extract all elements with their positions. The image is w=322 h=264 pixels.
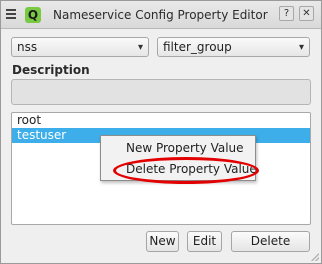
property-editor-window: Q Nameservice Config Property Editor ? ✕… — [0, 0, 322, 264]
delete-button[interactable]: Delete — [231, 231, 310, 252]
window-title: Nameservice Config Property Editor — [53, 8, 268, 22]
window-menu-icon[interactable] — [6, 9, 16, 19]
description-label: Description — [12, 63, 90, 77]
service-select-value: nss — [17, 40, 38, 54]
context-menu: New Property Value Delete Property Value — [100, 135, 257, 181]
group-select-value: filter_group — [163, 40, 232, 54]
title-bar[interactable]: Q Nameservice Config Property Editor ? ✕ — [1, 1, 321, 29]
edit-button[interactable]: Edit — [187, 231, 222, 252]
group-select[interactable]: filter_group ▾ — [157, 37, 310, 57]
resize-grip-icon[interactable] — [311, 253, 319, 261]
close-button[interactable]: ✕ — [299, 6, 314, 21]
menu-item-delete-property-value[interactable]: Delete Property Value — [101, 159, 257, 179]
description-field — [11, 79, 311, 105]
app-logo-icon: Q — [25, 7, 41, 23]
chevron-down-icon: ▾ — [137, 42, 143, 53]
list-item[interactable]: root — [12, 113, 310, 128]
new-button[interactable]: New — [146, 231, 179, 252]
help-button[interactable]: ? — [279, 6, 294, 21]
chevron-down-icon: ▾ — [298, 42, 304, 53]
menu-item-new-property-value[interactable]: New Property Value — [101, 138, 257, 158]
service-select[interactable]: nss ▾ — [11, 37, 149, 57]
